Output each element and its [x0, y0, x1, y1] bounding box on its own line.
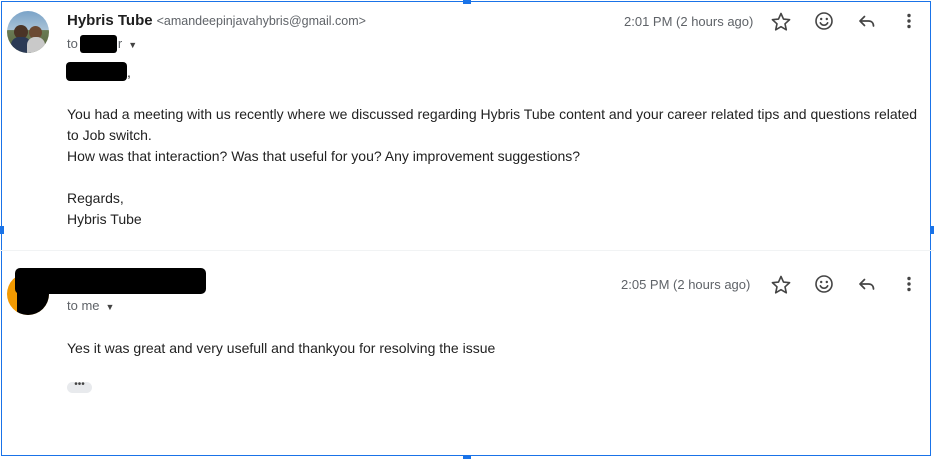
- chevron-down-icon: ▼: [128, 39, 138, 50]
- recipient-label: to me: [67, 298, 100, 313]
- reply-body: Yes it was great and very usefull and th…: [67, 340, 496, 356]
- sender-name[interactable]: Hybris Tube: [67, 12, 153, 29]
- sender-email: <amandeepinjavahybris@gmail.com>: [156, 14, 366, 28]
- body-signature: Hybris Tube: [67, 211, 142, 227]
- recipient-label: to: [67, 36, 78, 51]
- message-timestamp: 2:01 PM (2 hours ago): [624, 14, 754, 29]
- star-icon[interactable]: [769, 273, 793, 297]
- star-icon[interactable]: [769, 10, 793, 34]
- recipient-suffix: r: [117, 36, 123, 51]
- emoji-icon[interactable]: [812, 272, 836, 296]
- more-vert-icon[interactable]: [897, 272, 921, 296]
- email-message-1: Hybris Tube <amandeepinjavahybris@gmail.c…: [0, 0, 934, 250]
- reply-icon[interactable]: [855, 9, 879, 33]
- redaction-greeting: [66, 62, 127, 81]
- recipient-details-toggle[interactable]: to me ▼: [67, 298, 114, 313]
- reply-icon[interactable]: [855, 272, 879, 296]
- body-paragraph-1: You had a meeting with us recently where…: [67, 106, 918, 143]
- redaction-sender: [15, 268, 206, 294]
- emoji-icon[interactable]: [812, 9, 836, 33]
- show-trimmed-content-button[interactable]: •••: [67, 382, 92, 393]
- redaction-recipient: [80, 35, 117, 53]
- message-timestamp: 2:05 PM (2 hours ago): [621, 277, 751, 292]
- body-regards: Regards,: [67, 190, 124, 206]
- greeting-punctuation: ,: [127, 64, 131, 80]
- chevron-down-icon: ▼: [105, 301, 115, 312]
- sender-avatar[interactable]: [7, 11, 49, 53]
- sender-line: Hybris Tube <amandeepinjavahybris@gmail.c…: [67, 12, 366, 29]
- body-paragraph-2: How was that interaction? Was that usefu…: [67, 148, 581, 164]
- more-vert-icon[interactable]: [897, 9, 921, 33]
